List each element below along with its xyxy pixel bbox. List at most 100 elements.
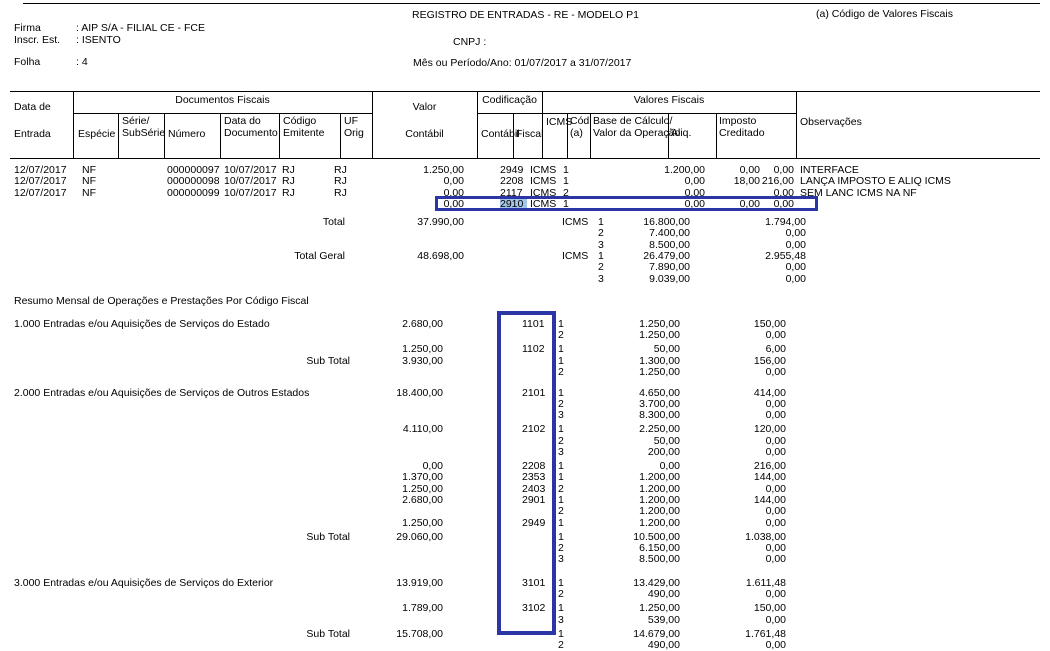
- cell-subtotal-label: [300, 344, 350, 355]
- cell-valor-contabil: [350, 410, 443, 421]
- cell-cod-contabil: [464, 176, 500, 187]
- cell-serie-subserie: [122, 199, 167, 210]
- cell-icms: ICMS: [530, 175, 557, 188]
- group-documentos-fiscais: Documentos Fiscais: [175, 94, 270, 106]
- cell-spacer: [464, 217, 562, 228]
- cell-section-desc: [0, 367, 300, 378]
- cell-valor-contabil: 1.250,00: [402, 343, 443, 356]
- cell-subtotal-label: [300, 495, 350, 506]
- cell-cod-a: 3: [598, 272, 604, 285]
- cell-base-calculo: 8.500,00: [639, 553, 680, 566]
- cell-section-desc: [0, 589, 300, 600]
- cell-icms: [562, 274, 598, 285]
- cell-subtotal-label: Sub Total: [306, 627, 350, 640]
- header-line-v: [340, 113, 341, 158]
- folha-label: Folha: [14, 56, 41, 68]
- cell-valor-contabil: 2.680,00: [402, 494, 443, 507]
- cell-icms: [562, 228, 598, 239]
- cell-numero: 000000098: [167, 175, 220, 188]
- cell-cod-a: 1: [563, 175, 569, 188]
- cell-subtotal-label: [300, 484, 350, 495]
- cell-total-label: Total: [322, 216, 345, 228]
- top-rule: [23, 3, 1040, 4]
- cell-subtotal-label: [300, 399, 350, 410]
- cell-base-calculo: 7.400,00: [649, 227, 690, 240]
- cell-imposto-creditado: 0,00: [785, 261, 806, 274]
- cell-valor-contabil: [350, 436, 443, 447]
- header-line-h: [10, 158, 1040, 159]
- cell-base-calculo: 7.890,00: [649, 261, 690, 274]
- cell-cod-a: 2: [558, 329, 564, 342]
- col-cod-fiscal: Fiscal: [516, 128, 544, 140]
- cell-valor-contabil: 2.680,00: [402, 318, 443, 330]
- header-line-v: [716, 113, 717, 158]
- header-line-v: [220, 113, 221, 158]
- cell-section-desc: 1.000 Entradas e/ou Aquisições de Serviç…: [14, 318, 270, 330]
- cell-section-desc: [0, 356, 300, 367]
- cell-valor-contabil: [350, 447, 443, 458]
- cell-valor-contabil: 0,00: [443, 175, 464, 188]
- cell-valor-contabil: [350, 367, 443, 378]
- report-title: REGISTRO DE ENTRADAS - RE - MODELO P1: [412, 9, 639, 21]
- total-row: 3 9.039,00 0,00: [0, 272, 1050, 285]
- cell-section-desc: [0, 554, 300, 565]
- cell-valor-contabil: [350, 399, 443, 410]
- cell-uf-orig: RJ: [334, 186, 347, 199]
- col-valor-contabil: Valor: [412, 101, 437, 113]
- total-row: 2 7.890,00 0,00: [0, 262, 1050, 273]
- cell-section-desc: [0, 495, 300, 506]
- cell-base-calculo: 9.039,00: [649, 272, 690, 285]
- col-codigo-emitente: Emitente: [283, 127, 325, 139]
- cell-spacer: [464, 228, 562, 239]
- cell-base-calculo: 1.250,00: [639, 366, 680, 378]
- total-row: 3 8.500,00 0,00: [0, 239, 1050, 251]
- cell-cod-fiscal: 2208: [500, 175, 524, 188]
- header-line-v: [279, 113, 280, 158]
- cell-imposto-creditado: 0,00: [765, 613, 786, 626]
- cell-subtotal-label: [300, 589, 350, 600]
- cell-section-desc: [0, 532, 300, 543]
- cell-base-calculo: 1.200,00: [639, 505, 680, 518]
- col-base-calculo: Base de Cálculo/: [593, 115, 673, 127]
- cell-subtotal-label: [300, 506, 350, 517]
- col-especie: Espécie: [78, 128, 116, 140]
- cell-cod-a: 3: [558, 613, 564, 626]
- col-base-calculo: Valor da Operação: [593, 127, 681, 139]
- cell-imposto-creditado: 0,00: [765, 553, 786, 566]
- cell-section-desc: [0, 629, 300, 640]
- cell-subtotal-label: [300, 578, 350, 589]
- cell-base-calculo: 200,00: [647, 446, 680, 459]
- cell-subtotal-label: [300, 388, 350, 399]
- cell-subtotal-label: [300, 543, 350, 554]
- cell-imposto-creditado: 0,00: [765, 366, 786, 378]
- cell-valor-contabil: [350, 615, 443, 626]
- total-row: Total 37.990,00 ICMS 1 16.800,00 1.794,0…: [0, 216, 1050, 228]
- cell-imposto-creditado: 0,00: [765, 409, 786, 422]
- col-data-entrada: Entrada: [14, 128, 51, 140]
- col-aliq: Aliq.: [671, 127, 692, 139]
- cell-uf-orig: [334, 199, 372, 210]
- header-line-v: [796, 91, 797, 158]
- cell-section-desc: [0, 461, 300, 472]
- cell-total-label: [0, 274, 345, 285]
- cell-imposto-creditado: 0,00: [765, 329, 786, 342]
- entry-row: 12/07/2017 NF 000000098 10/07/2017 RJ RJ…: [0, 176, 1050, 187]
- cell-data-entrada: 12/07/2017: [14, 186, 67, 199]
- cell-total-label: [0, 262, 345, 273]
- cell-especie: NF: [82, 186, 96, 199]
- annotation-highlighted-row-box: [435, 196, 818, 211]
- col-cod-contabil: Contábil: [481, 128, 520, 140]
- folha-value: : 4: [76, 56, 88, 68]
- cell-valor-contabil: [350, 589, 443, 600]
- col-cod-a: Cód: [570, 115, 590, 127]
- cell-uf-orig: RJ: [334, 175, 347, 188]
- header-line-h: [477, 113, 796, 114]
- cell-valor-contabil: 13.919,00: [396, 577, 443, 590]
- header-line-h: [10, 91, 1040, 92]
- cell-data-documento: 10/07/2017: [224, 175, 277, 188]
- col-data-documento: Data do: [224, 115, 261, 127]
- cell-numero: 000000099: [167, 186, 220, 199]
- cell-subtotal-label: [300, 330, 350, 341]
- inscr-est-value: : ISENTO: [76, 34, 121, 46]
- fiscal-codes-legend: (a) Código de Valores Fiscais: [816, 8, 953, 21]
